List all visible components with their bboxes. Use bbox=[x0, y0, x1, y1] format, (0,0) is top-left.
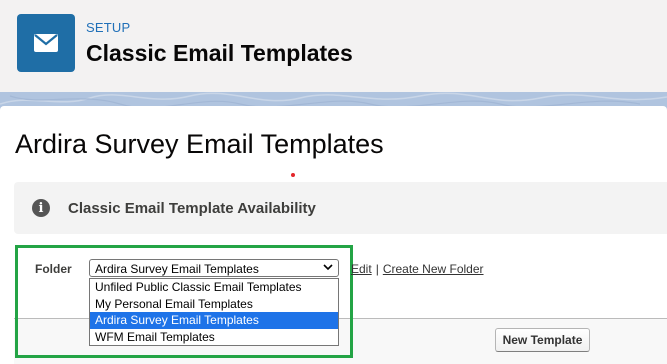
folder-option[interactable]: My Personal Email Templates bbox=[90, 296, 338, 313]
page-header-title: Classic Email Templates bbox=[86, 40, 353, 66]
info-icon: i bbox=[32, 199, 50, 217]
folder-label: Folder bbox=[35, 262, 72, 276]
create-new-folder-link[interactable]: Create New Folder bbox=[383, 262, 484, 276]
folder-select-value: Ardira Survey Email Templates bbox=[95, 262, 259, 276]
setup-section-label: SETUP bbox=[86, 20, 131, 35]
folder-dropdown-list: Unfiled Public Classic Email Templates M… bbox=[89, 278, 339, 346]
folder-option-selected[interactable]: Ardira Survey Email Templates bbox=[90, 312, 338, 329]
chevron-down-icon bbox=[323, 264, 333, 271]
folder-option[interactable]: WFM Email Templates bbox=[90, 329, 338, 346]
page-title: Ardira Survey Email Templates bbox=[15, 129, 384, 159]
link-separator: | bbox=[375, 262, 379, 276]
folder-links: Edit | Create New Folder bbox=[351, 262, 484, 276]
setup-header: SETUP Classic Email Templates bbox=[0, 0, 667, 92]
new-template-button[interactable]: New Template bbox=[495, 328, 590, 352]
notice-title: Classic Email Template Availability bbox=[68, 200, 316, 217]
folder-select[interactable]: Ardira Survey Email Templates bbox=[89, 259, 339, 277]
indicator-dot bbox=[291, 173, 295, 177]
envelope-icon bbox=[17, 14, 75, 72]
folder-option[interactable]: Unfiled Public Classic Email Templates bbox=[90, 279, 338, 296]
edit-folder-link[interactable]: Edit bbox=[351, 262, 372, 276]
